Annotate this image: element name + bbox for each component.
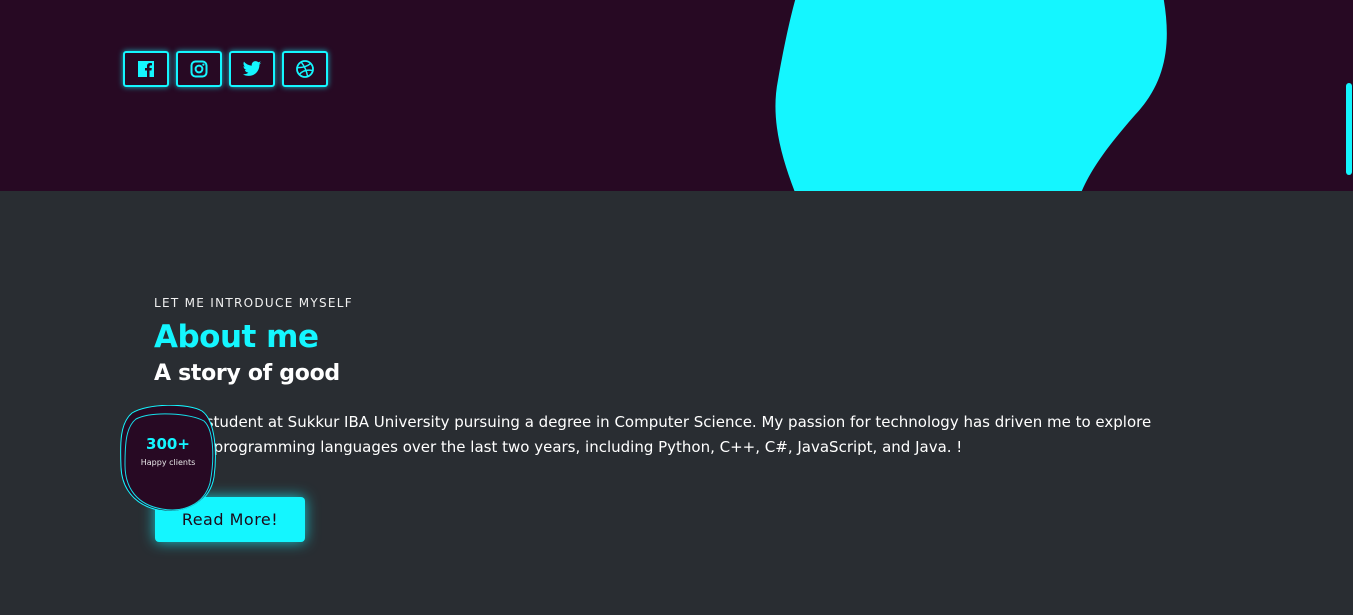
about-paragraph: I am a student at Sukkur IBA University …: [154, 413, 1152, 456]
social-links: [123, 51, 328, 87]
about-title: About me: [154, 319, 319, 355]
dribbble-button[interactable]: [282, 51, 328, 87]
hero-blob-shape: [775, 0, 1167, 191]
instagram-icon: [190, 60, 208, 78]
twitter-icon: [242, 61, 262, 76]
about-eyebrow: LET ME INTRODUCE MYSELF: [154, 296, 353, 310]
about-subtitle: A story of good: [154, 361, 340, 386]
facebook-icon: [138, 61, 154, 77]
facebook-button[interactable]: [123, 51, 169, 87]
instagram-button[interactable]: [176, 51, 222, 87]
scrollbar-thumb[interactable]: [1346, 83, 1352, 175]
twitter-button[interactable]: [229, 51, 275, 87]
dribbble-icon: [296, 60, 314, 78]
scrollbar-track[interactable]: [1345, 0, 1353, 191]
about-section: LET ME INTRODUCE MYSELF About me A story…: [154, 296, 1154, 460]
hero-section: [0, 0, 1345, 191]
happy-clients-badge: 300+ Happy clients: [118, 405, 218, 515]
badge-label: Happy clients: [140, 458, 196, 467]
badge-count: 300+: [146, 435, 190, 453]
